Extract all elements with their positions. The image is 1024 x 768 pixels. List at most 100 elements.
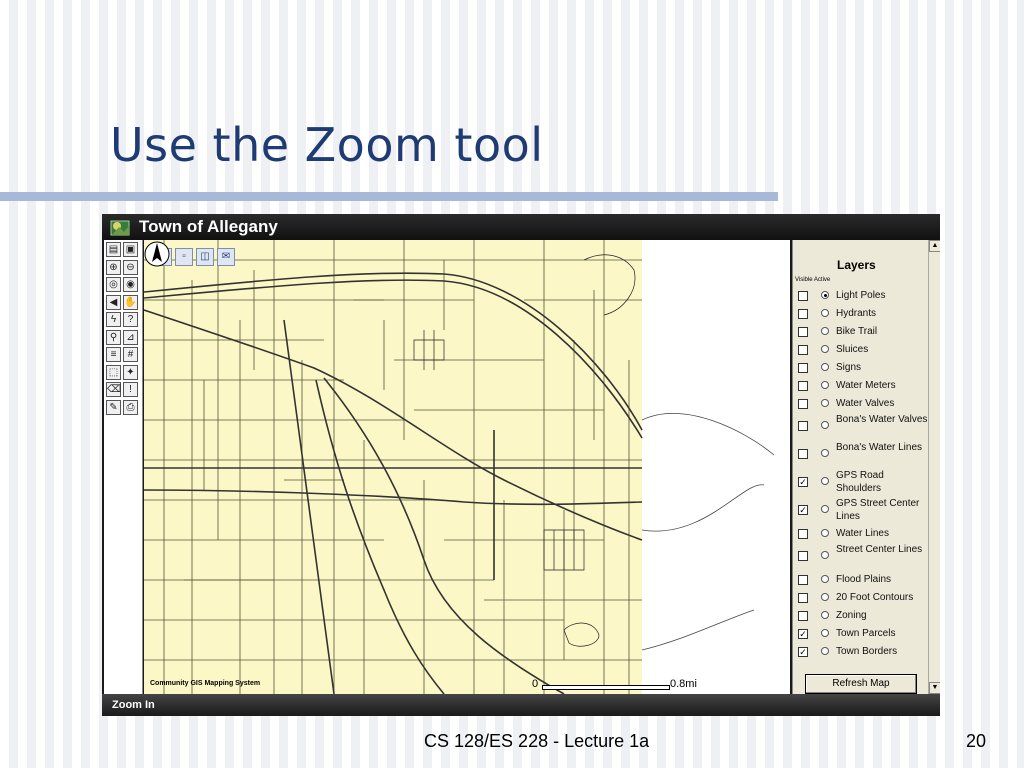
layers-panel: Layers Visible Active Light Poles Hydrant…	[792, 240, 929, 694]
app-titlebar: Town of Allegany	[102, 214, 940, 240]
layer-label: Street Center Lines	[836, 544, 923, 555]
print-icon[interactable]: ⎙	[123, 399, 138, 415]
scale-bar-graphic	[542, 685, 670, 690]
scroll-up-arrow-icon[interactable]: ▲	[929, 240, 940, 252]
layer-visible-checkbox[interactable]	[798, 449, 808, 459]
layer-visible-checkbox[interactable]	[798, 309, 808, 319]
email-icon[interactable]: ✉	[217, 248, 235, 266]
layer-row: Sluices	[793, 340, 929, 358]
layer-visible-checkbox[interactable]	[798, 381, 808, 391]
layer-active-radio[interactable]	[821, 505, 829, 513]
layer-visible-checkbox[interactable]	[798, 291, 808, 301]
layer-visible-checkbox[interactable]	[798, 399, 808, 409]
layer-visible-checkbox[interactable]	[798, 551, 808, 561]
layer-label: Sluices	[836, 344, 869, 355]
zoom-full-icon[interactable]: ◎	[106, 277, 121, 292]
status-bar: Zoom In	[102, 694, 940, 716]
clear-selection-icon[interactable]: ⌫	[106, 382, 121, 397]
layer-visible-checkbox[interactable]: ✓	[798, 477, 808, 487]
zoom-in-icon[interactable]: ⊕	[106, 259, 121, 275]
layer-visible-checkbox[interactable]	[798, 345, 808, 355]
refresh-map-button[interactable]: Refresh Map	[805, 674, 917, 694]
layer-label: Zoning	[836, 610, 867, 621]
find-binoculars-icon[interactable]: ⚲	[106, 329, 121, 345]
scroll-down-arrow-icon[interactable]: ▼	[929, 682, 940, 694]
layer-row: Hydrants	[793, 304, 929, 322]
zoom-active-layer-icon[interactable]: ◉	[123, 277, 138, 292]
layer-visible-checkbox[interactable]	[798, 529, 808, 539]
buffer-icon[interactable]: ✎	[106, 399, 121, 415]
layer-active-radio[interactable]	[821, 345, 829, 353]
slide-title: Use the Zoom tool	[110, 118, 544, 172]
layer-row: Bona's Water Lines	[793, 440, 929, 468]
layer-row: ✓ GPS Road Shoulders	[793, 468, 929, 496]
title-divider	[0, 192, 778, 201]
measure-icon[interactable]: ⊿	[123, 329, 138, 345]
layer-active-radio[interactable]	[821, 575, 829, 583]
layer-active-radio[interactable]	[821, 593, 829, 601]
export-icon[interactable]: ▫	[175, 248, 193, 266]
layer-row: Signs	[793, 358, 929, 376]
app-logo-icon	[110, 220, 130, 236]
layer-active-radio[interactable]	[821, 399, 829, 407]
layer-active-radio[interactable]	[821, 449, 829, 457]
layer-row: ✓ Town Borders	[793, 642, 929, 660]
identify-icon[interactable]: ?	[123, 312, 138, 327]
layer-active-radio[interactable]	[821, 551, 829, 559]
layer-active-radio[interactable]	[821, 611, 829, 619]
layer-visible-checkbox[interactable]	[798, 611, 808, 621]
layer-active-radio[interactable]	[821, 629, 829, 637]
layer-label: Flood Plains	[836, 574, 892, 585]
layer-label: Hydrants	[836, 308, 877, 319]
back-extent-icon[interactable]: ◀	[106, 294, 121, 310]
layer-row: Street Center Lines	[793, 542, 929, 570]
layer-label: Water Lines	[836, 528, 889, 539]
layer-label: Water Valves	[836, 398, 895, 409]
layer-label: Water Meters	[836, 380, 896, 391]
layer-visible-checkbox[interactable]	[798, 593, 808, 603]
layer-active-radio[interactable]	[821, 309, 829, 317]
layer-active-radio[interactable]	[821, 363, 829, 371]
layer-visible-checkbox[interactable]: ✓	[798, 629, 808, 639]
layer-active-radio[interactable]	[821, 327, 829, 335]
layer-active-radio[interactable]	[821, 381, 829, 389]
layer-row: Bona's Water Valves	[793, 412, 929, 440]
pan-hand-icon[interactable]: ✋	[123, 294, 138, 310]
zoom-out-icon[interactable]: ⊖	[123, 259, 138, 275]
layer-row: Water Lines	[793, 524, 929, 542]
legend-toggle-icon[interactable]: ▤	[106, 242, 121, 257]
map-credit: Community GIS Mapping System	[150, 680, 261, 687]
layer-label: Bona's Water Lines	[836, 442, 923, 453]
layer-label: GPS Road Shoulders	[836, 470, 884, 494]
layer-visible-checkbox[interactable]: ✓	[798, 505, 808, 515]
hyperlink-icon[interactable]: ϟ	[106, 312, 121, 327]
layer-active-radio[interactable]	[821, 291, 829, 299]
layer-visible-checkbox[interactable]	[798, 421, 808, 431]
query-icon[interactable]: ≡	[106, 347, 121, 362]
scale-bar: 0 0.8mi	[532, 678, 712, 692]
select-grid-icon[interactable]: #	[123, 347, 138, 362]
layer-row: ✓ GPS Street Center Lines	[793, 496, 929, 524]
layer-row: Bike Trail	[793, 322, 929, 340]
layer-row: Zoning	[793, 606, 929, 624]
select-rectangle-icon[interactable]: ⬚	[106, 364, 121, 380]
layer-visible-checkbox[interactable]	[798, 575, 808, 585]
layers-scrollbar[interactable]: ▲ ▼	[928, 240, 940, 694]
layer-visible-checkbox[interactable]: ✓	[798, 647, 808, 657]
layer-label: Town Parcels	[836, 628, 896, 639]
info-icon[interactable]: !	[123, 382, 138, 397]
layer-active-radio[interactable]	[821, 421, 829, 429]
layer-active-radio[interactable]	[821, 529, 829, 537]
layer-label: Signs	[836, 362, 862, 373]
layers-column-headers: Visible Active	[795, 277, 831, 283]
select-features-icon[interactable]: ✦	[123, 364, 138, 380]
layer-visible-checkbox[interactable]	[798, 327, 808, 337]
layer-visible-checkbox[interactable]	[798, 363, 808, 373]
overview-map-icon[interactable]: ▣	[123, 242, 138, 257]
layer-active-radio[interactable]	[821, 477, 829, 485]
layer-label: Light Poles	[836, 290, 886, 301]
layer-active-radio[interactable]	[821, 647, 829, 655]
print-preview-icon[interactable]: ◫	[196, 248, 214, 266]
map-canvas[interactable]	[144, 240, 790, 694]
map-view[interactable]: ▪▫◫✉ Community GIS Mapping System 0 0.8m…	[144, 240, 790, 694]
